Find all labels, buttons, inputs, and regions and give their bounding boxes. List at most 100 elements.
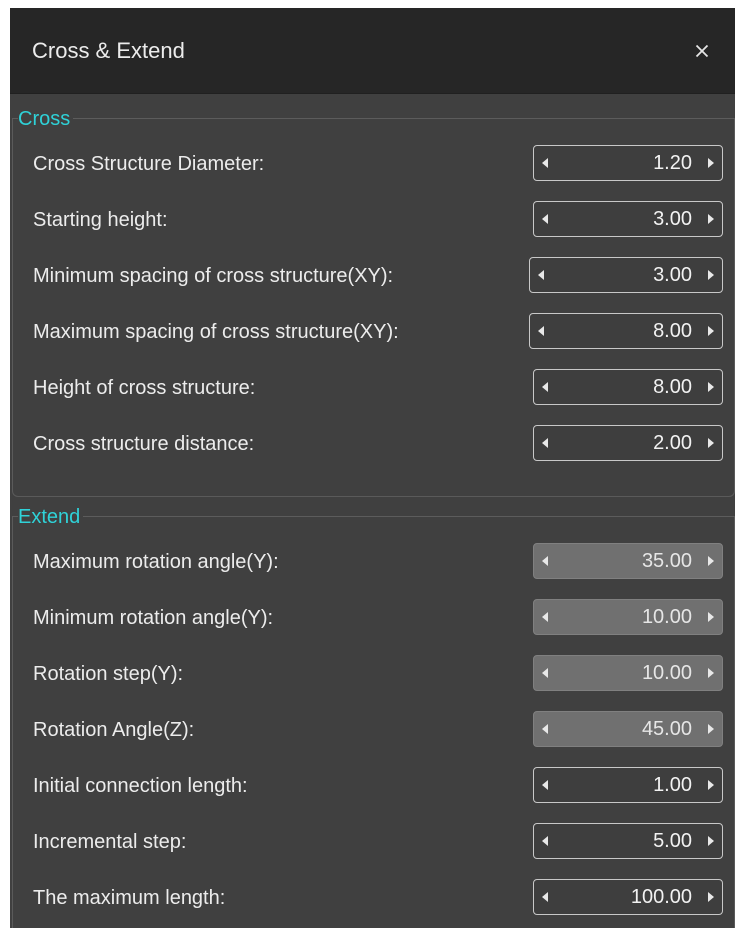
arrow-left-icon [538,270,544,280]
decrement-button[interactable] [536,544,554,578]
arrow-right-icon [708,612,714,622]
increment-button[interactable] [702,768,720,802]
field-row: Initial connection length: 1.00 [33,766,723,806]
decrement-button[interactable] [536,824,554,858]
field-row: Rotation Angle(Z): 45.00 [33,710,723,750]
field-value[interactable]: 3.00 [653,262,692,288]
field-label: Height of cross structure: [33,377,256,399]
field-label: Cross Structure Diameter: [33,153,265,175]
increment-button[interactable] [702,880,720,914]
field-value[interactable]: 2.00 [653,430,692,456]
increment-button[interactable] [702,370,720,404]
arrow-right-icon [708,556,714,566]
decrement-button[interactable] [536,712,554,746]
field-row: Cross structure distance: 2.00 [33,424,723,464]
arrow-right-icon [708,724,714,734]
decrement-button[interactable] [536,426,554,460]
field-label: Starting height: [33,209,168,231]
arrow-left-icon [542,892,548,902]
field-row: Rotation step(Y): 10.00 [33,654,723,694]
field-value[interactable]: 1.00 [653,772,692,798]
increment-button[interactable] [702,202,720,236]
field-row: Incremental step: 5.00 [33,822,723,862]
increment-button[interactable] [702,314,720,348]
increment-button[interactable] [702,258,720,292]
field-label: Maximum rotation angle(Y): [33,551,279,573]
field-row: Minimum rotation angle(Y): 10.00 [33,598,723,638]
arrow-right-icon [708,326,714,336]
numeric-spinbox[interactable]: 8.00 [533,369,723,405]
field-value[interactable]: 100.00 [631,884,692,910]
increment-button[interactable] [702,544,720,578]
field-value[interactable]: 35.00 [642,548,692,574]
field-label: Rotation Angle(Z): [33,719,195,741]
increment-button[interactable] [702,824,720,858]
decrement-button[interactable] [532,314,550,348]
numeric-spinbox[interactable]: 3.00 [533,201,723,237]
field-row: Maximum spacing of cross structure(XY): 8… [33,312,723,352]
decrement-button[interactable] [536,202,554,236]
title-bar: Cross & Extend [10,8,735,94]
dialog-title: Cross & Extend [32,38,185,63]
cross-group-top-line [12,118,735,119]
arrow-left-icon [542,836,548,846]
arrow-left-icon [538,326,544,336]
close-button[interactable] [685,34,719,68]
decrement-button[interactable] [536,146,554,180]
field-value[interactable]: 8.00 [653,318,692,344]
arrow-left-icon [542,780,548,790]
numeric-spinbox[interactable]: 2.00 [533,425,723,461]
field-value[interactable]: 10.00 [642,604,692,630]
field-label: Incremental step: [33,831,187,853]
arrow-left-icon [542,214,548,224]
field-value[interactable]: 5.00 [653,828,692,854]
extend-group: Extend Maximum rotation angle(Y): 35.00 Mi… [12,506,735,928]
arrow-left-icon [542,158,548,168]
increment-button[interactable] [702,600,720,634]
arrow-right-icon [708,836,714,846]
numeric-spinbox[interactable]: 3.00 [529,257,723,293]
increment-button[interactable] [702,712,720,746]
field-value[interactable]: 8.00 [653,374,692,400]
field-value[interactable]: 10.00 [642,660,692,686]
numeric-spinbox[interactable]: 100.00 [533,879,723,915]
field-row: Cross Structure Diameter: 1.20 [33,144,723,184]
numeric-spinbox[interactable]: 35.00 [533,543,723,579]
field-value[interactable]: 1.20 [653,150,692,176]
decrement-button[interactable] [532,258,550,292]
numeric-spinbox[interactable]: 8.00 [529,313,723,349]
decrement-button[interactable] [536,656,554,690]
extend-group-top-line [12,516,735,517]
decrement-button[interactable] [536,600,554,634]
field-row: Height of cross structure: 8.00 [33,368,723,408]
arrow-left-icon [542,612,548,622]
cross-group-title: Cross [18,108,74,130]
cross-group: Cross Cross Structure Diameter: 1.20 Start… [12,108,735,497]
field-value[interactable]: 3.00 [653,206,692,232]
extend-group-title: Extend [18,506,84,528]
numeric-spinbox[interactable]: 5.00 [533,823,723,859]
arrow-left-icon [542,382,548,392]
field-label: Minimum spacing of cross structure(XY): [33,265,394,287]
numeric-spinbox[interactable]: 1.20 [533,145,723,181]
arrow-right-icon [708,438,714,448]
decrement-button[interactable] [536,880,554,914]
arrow-right-icon [708,780,714,790]
arrow-right-icon [708,270,714,280]
field-row: Starting height: 3.00 [33,200,723,240]
numeric-spinbox[interactable]: 10.00 [533,655,723,691]
arrow-left-icon [542,556,548,566]
increment-button[interactable] [702,146,720,180]
numeric-spinbox[interactable]: 1.00 [533,767,723,803]
field-value[interactable]: 45.00 [642,716,692,742]
numeric-spinbox[interactable]: 10.00 [533,599,723,635]
numeric-spinbox[interactable]: 45.00 [533,711,723,747]
increment-button[interactable] [702,656,720,690]
field-label: Maximum spacing of cross structure(XY): [33,321,399,343]
arrow-right-icon [708,668,714,678]
close-icon [695,44,709,58]
decrement-button[interactable] [536,370,554,404]
arrow-right-icon [708,158,714,168]
increment-button[interactable] [702,426,720,460]
decrement-button[interactable] [536,768,554,802]
